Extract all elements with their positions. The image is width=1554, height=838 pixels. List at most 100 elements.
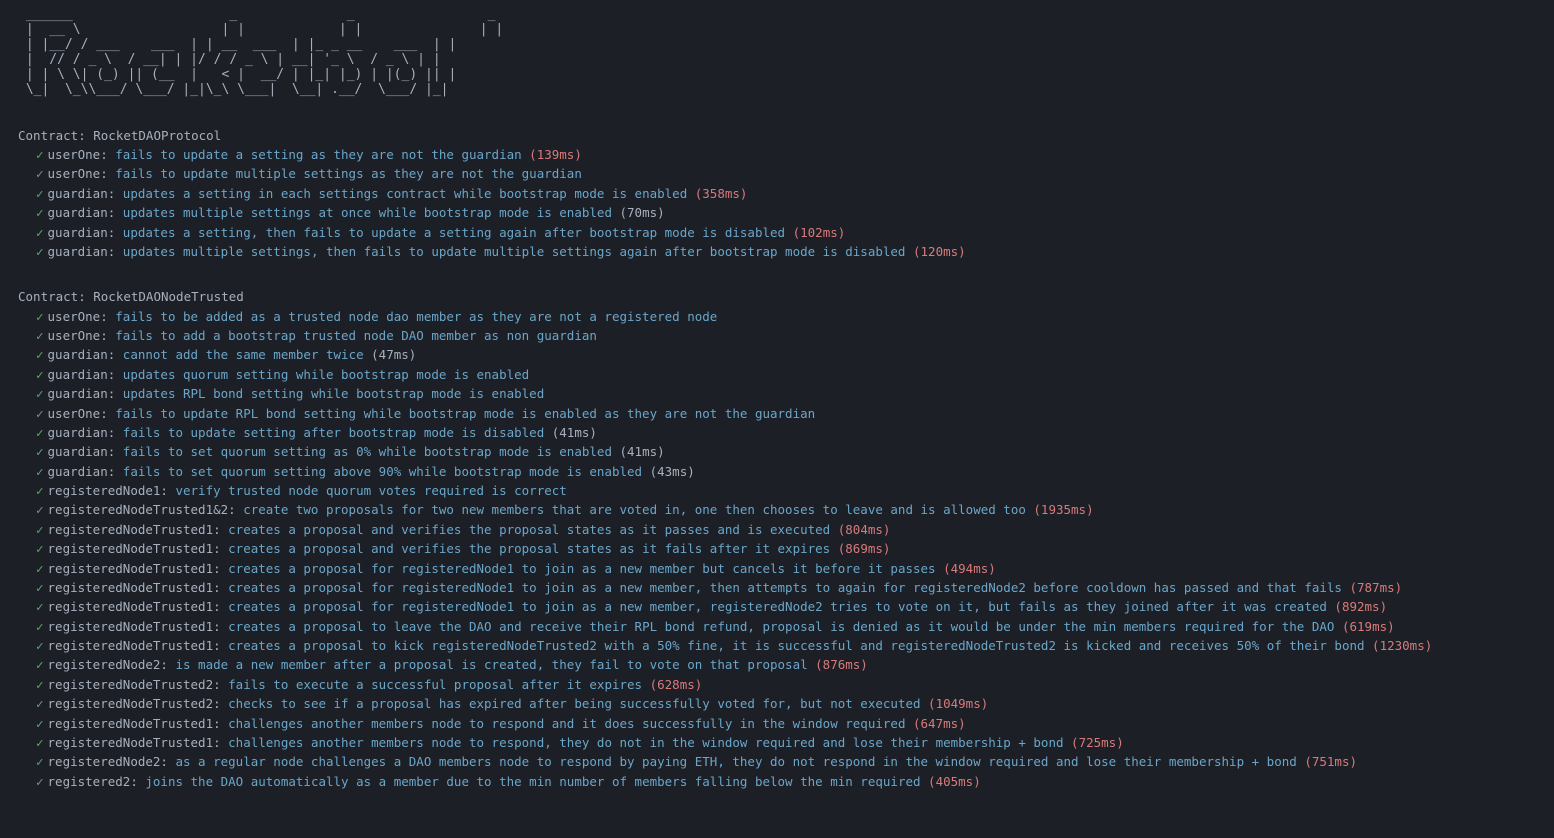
checkmark-icon: ✓ xyxy=(36,186,44,201)
test-actor: registeredNodeTrusted2: xyxy=(48,677,229,692)
test-result-line: ✓ guardian: fails to set quorum setting a… xyxy=(18,462,1536,481)
test-result-line: ✓registeredNodeTrusted1: creates a propo… xyxy=(18,539,1536,558)
test-actor: registeredNodeTrusted1: xyxy=(48,735,229,750)
test-description: create two proposals for two new members… xyxy=(243,502,1026,517)
test-result-line: ✓registeredNodeTrusted1: creates a propo… xyxy=(18,636,1536,655)
test-timing: (139ms) xyxy=(522,147,582,162)
test-description: updates quorum setting while bootstrap m… xyxy=(123,367,529,382)
test-actor: registeredNodeTrusted1: xyxy=(48,541,229,556)
test-result-line: ✓userOne: fails to update multiple setti… xyxy=(18,164,1536,183)
test-description: creates a proposal and verifies the prop… xyxy=(228,541,830,556)
checkmark-icon: ✓ xyxy=(36,386,44,401)
test-description: fails to update multiple settings as the… xyxy=(115,166,582,181)
test-result-line: ✓registeredNodeTrusted1: creates a propo… xyxy=(18,578,1536,597)
test-timing: (804ms) xyxy=(830,522,890,537)
test-actor: registered2: xyxy=(48,774,146,789)
checkmark-icon: ✓ xyxy=(36,425,44,440)
test-timing: (647ms) xyxy=(905,716,965,731)
contract-header: Contract: RocketDAOProtocol xyxy=(18,126,1536,145)
test-actor: guardian: xyxy=(48,367,123,382)
test-timing: (628ms) xyxy=(642,677,702,692)
test-actor: registeredNodeTrusted1: xyxy=(48,638,229,653)
test-description: creates a proposal to kick registeredNod… xyxy=(228,638,1364,653)
test-actor: guardian: xyxy=(48,386,123,401)
test-description: fails to set quorum setting above 90% wh… xyxy=(123,464,642,479)
test-result-line: ✓guardian: updates multiple settings, th… xyxy=(18,242,1536,261)
test-actor: registeredNodeTrusted1: xyxy=(48,522,229,537)
test-actor: registeredNodeTrusted1: xyxy=(48,580,229,595)
test-timing: (43ms) xyxy=(642,464,695,479)
test-result-line: ✓ registeredNodeTrusted1: creates a propo… xyxy=(18,520,1536,539)
test-description: fails to be added as a trusted node dao … xyxy=(115,309,717,324)
test-timing: (751ms) xyxy=(1297,754,1357,769)
test-description: challenges another members node to respo… xyxy=(228,716,905,731)
test-actor: userOne: xyxy=(48,328,116,343)
test-actor: userOne: xyxy=(48,147,116,162)
test-timing: (1230ms) xyxy=(1365,638,1433,653)
test-result-line: ✓guardian: cannot add the same member tw… xyxy=(18,345,1536,364)
test-actor: guardian: xyxy=(48,444,123,459)
test-timing: (120ms) xyxy=(905,244,965,259)
terminal-output: Contract: RocketDAOProtocol✓userOne: fai… xyxy=(18,126,1536,791)
test-actor: userOne: xyxy=(48,309,116,324)
checkmark-icon: ✓ xyxy=(36,502,44,517)
test-actor: registeredNode1: xyxy=(48,483,176,498)
test-result-line: ✓registeredNodeTrusted1: creates a propo… xyxy=(18,597,1536,616)
checkmark-icon: ✓ xyxy=(36,464,44,479)
checkmark-icon: ✓ xyxy=(36,619,44,634)
test-description: updates a setting in each settings contr… xyxy=(123,186,687,201)
checkmark-icon: ✓ xyxy=(36,657,44,672)
test-description: verify trusted node quorum votes require… xyxy=(175,483,566,498)
test-timing: (47ms) xyxy=(364,347,417,362)
checkmark-icon: ✓ xyxy=(36,328,44,343)
test-timing: (725ms) xyxy=(1064,735,1124,750)
test-description: fails to set quorum setting as 0% while … xyxy=(123,444,612,459)
test-description: creates a proposal for registeredNode1 t… xyxy=(228,561,935,576)
test-actor: guardian: xyxy=(48,225,123,240)
checkmark-icon: ✓ xyxy=(36,406,44,421)
checkmark-icon: ✓ xyxy=(36,166,44,181)
test-result-line: ✓registeredNode2: as a regular node chal… xyxy=(18,752,1536,771)
test-result-line: ✓userOne: fails to be added as a trusted… xyxy=(18,307,1536,326)
test-description: joins the DAO automatically as a member … xyxy=(145,774,920,789)
checkmark-icon: ✓ xyxy=(36,347,44,362)
test-result-line: ✓registeredNodeTrusted2: checks to see i… xyxy=(18,694,1536,713)
test-actor: userOne: xyxy=(48,406,116,421)
checkmark-icon: ✓ xyxy=(36,677,44,692)
test-timing: (70ms) xyxy=(612,205,665,220)
test-description: updates multiple settings, then fails to… xyxy=(123,244,906,259)
test-timing: (1049ms) xyxy=(921,696,989,711)
test-result-line: ✓userOne: fails to add a bootstrap trust… xyxy=(18,326,1536,345)
test-actor: registeredNodeTrusted1: xyxy=(48,716,229,731)
test-timing: (892ms) xyxy=(1327,599,1387,614)
test-result-line: ✓registeredNodeTrusted1: creates a propo… xyxy=(18,559,1536,578)
test-timing: (1935ms) xyxy=(1026,502,1094,517)
test-description: challenges another members node to respo… xyxy=(228,735,1063,750)
checkmark-icon: ✓ xyxy=(36,205,44,220)
test-actor: guardian: xyxy=(48,425,123,440)
test-description: updates RPL bond setting while bootstrap… xyxy=(123,386,544,401)
test-result-line: ✓registeredNodeTrusted1: creates a propo… xyxy=(18,617,1536,636)
test-description: creates a proposal and verifies the prop… xyxy=(228,522,830,537)
test-result-line: ✓userOne: fails to update a setting as t… xyxy=(18,145,1536,164)
test-result-line: ✓registeredNodeTrusted1&2: create two pr… xyxy=(18,500,1536,519)
test-result-line: ✓ guardian: updates RPL bond setting whil… xyxy=(18,384,1536,403)
test-timing: (358ms) xyxy=(687,186,747,201)
test-actor: guardian: xyxy=(48,464,123,479)
test-actor: registeredNode2: xyxy=(48,657,176,672)
checkmark-icon: ✓ xyxy=(36,774,44,789)
test-result-line: ✓registeredNodeTrusted1: challenges anot… xyxy=(18,733,1536,752)
test-timing: (102ms) xyxy=(785,225,845,240)
test-actor: registeredNodeTrusted1: xyxy=(48,599,229,614)
test-description: is made a new member after a proposal is… xyxy=(175,657,807,672)
test-description: fails to update setting after bootstrap … xyxy=(123,425,544,440)
contract-header: Contract: RocketDAONodeTrusted xyxy=(18,287,1536,306)
test-timing: (787ms) xyxy=(1342,580,1402,595)
checkmark-icon: ✓ xyxy=(36,522,44,537)
checkmark-icon: ✓ xyxy=(36,225,44,240)
test-result-line: ✓registeredNodeTrusted2: fails to execut… xyxy=(18,675,1536,694)
checkmark-icon: ✓ xyxy=(36,580,44,595)
test-timing: (405ms) xyxy=(921,774,981,789)
test-result-line: ✓registeredNodeTrusted1: challenges anot… xyxy=(18,714,1536,733)
checkmark-icon: ✓ xyxy=(36,696,44,711)
